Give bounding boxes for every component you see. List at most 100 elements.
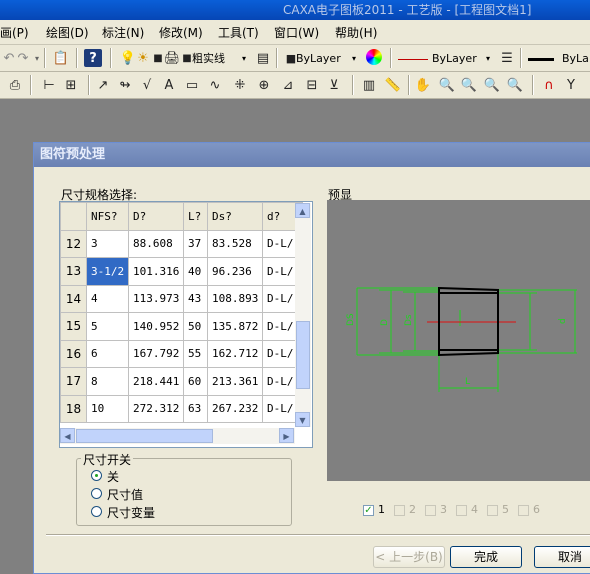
clipboard-icon[interactable]: 📋 (52, 49, 70, 67)
view-checkbox-6[interactable] (518, 505, 529, 516)
datum-icon[interactable]: ⊿ (279, 76, 297, 94)
cell-l[interactable]: 40 (183, 257, 208, 286)
cell-nfs[interactable]: 10 (86, 394, 129, 423)
layer-line-type[interactable]: 粗实线 (192, 50, 242, 68)
polyline-icon[interactable]: ↗ (94, 76, 112, 94)
cell-ds[interactable]: 108.893 (207, 284, 263, 313)
cell-d[interactable]: 272.312 (128, 394, 184, 423)
linetype-combo[interactable]: ByLayer (432, 50, 482, 68)
view-checkbox-4[interactable] (456, 505, 467, 516)
size-spec-table[interactable]: NFS? D? L? Ds? d? 12 3 88.608 37 83.528 … (59, 201, 313, 448)
cell-nfs[interactable]: 6 (86, 339, 129, 368)
cell-ds[interactable]: 162.712 (207, 339, 263, 368)
cell-ds[interactable]: 213.361 (207, 367, 263, 396)
radio-size-value-label[interactable]: 尺寸值 (107, 486, 143, 503)
zoom-out-icon[interactable]: 🔍 (483, 76, 501, 94)
table-row[interactable]: 14 4 113.973 43 108.893 D-L/ (60, 284, 303, 313)
column-header-ds[interactable]: Ds? (207, 202, 263, 231)
cell-nfs-selected[interactable]: 3-1/2 (86, 257, 129, 286)
ruler-icon[interactable]: 📏 (384, 76, 402, 94)
cell-d[interactable]: 218.441 (128, 367, 184, 396)
table-vertical-scrollbar[interactable]: ▲ ▼ (295, 203, 311, 427)
pan-icon[interactable]: ✋ (414, 76, 432, 94)
block-icon[interactable]: ▭ (183, 76, 201, 94)
radio-size-value[interactable] (91, 488, 102, 499)
zoom-in-icon[interactable]: 🔍 (460, 76, 478, 94)
zoom-all-icon[interactable]: 🔍 (506, 76, 524, 94)
layer-dropdown-icon[interactable]: ▾ (239, 50, 249, 68)
scroll-down-icon[interactable]: ▼ (295, 412, 310, 427)
column-header-l[interactable]: L? (183, 202, 208, 231)
spline-icon[interactable]: ∿ (206, 76, 224, 94)
cell-l[interactable]: 60 (183, 367, 208, 396)
cell-l[interactable]: 55 (183, 339, 208, 368)
cell-ds[interactable]: 96.236 (207, 257, 263, 286)
scroll-left-icon[interactable]: ◀ (60, 428, 75, 443)
column-header-nfs[interactable]: NFS? (86, 202, 129, 231)
view-checkbox-3[interactable] (425, 505, 436, 516)
table-row[interactable]: 18 10 272.312 63 267.232 D-L/ (60, 394, 303, 423)
cell-l[interactable]: 50 (183, 312, 208, 341)
table-row[interactable]: 16 6 167.792 55 162.712 D-L/ (60, 339, 303, 368)
cell-ds[interactable]: 83.528 (207, 229, 263, 258)
cell-d[interactable]: 88.608 (128, 229, 184, 258)
lineweight-icon[interactable]: ☰ (498, 49, 516, 67)
hatch-icon[interactable]: ⁜ (231, 76, 249, 94)
radio-size-variable[interactable] (91, 506, 102, 517)
dimension-icon[interactable]: ⊢ (40, 76, 58, 94)
cell-d[interactable]: 101.316 (128, 257, 184, 286)
layer-manager-icon[interactable]: ▤ (254, 49, 272, 67)
menu-help[interactable]: 帮助(H) (335, 24, 377, 41)
arc-icon[interactable]: ↬ (116, 76, 134, 94)
magnet-icon[interactable]: ∩ (540, 76, 558, 94)
menu-draw[interactable]: 绘图(D) (46, 24, 89, 41)
cell-d[interactable]: 140.952 (128, 312, 184, 341)
cell-d[interactable]: 113.973 (128, 284, 184, 313)
table-horizontal-scrollbar[interactable]: ◀ ▶ (60, 428, 295, 444)
cancel-button[interactable]: 取消 (534, 546, 590, 568)
column-header-d[interactable]: D? (128, 202, 184, 231)
cell-ds[interactable]: 267.232 (207, 394, 263, 423)
menu-modify[interactable]: 修改(M) (159, 24, 203, 41)
menu-dimension[interactable]: 标注(N) (102, 24, 144, 41)
coordinate-icon[interactable]: ⊞ (62, 76, 80, 94)
linetype-dropdown-icon[interactable]: ▾ (483, 50, 493, 68)
cell-l[interactable]: 63 (183, 394, 208, 423)
view-checkbox-5[interactable] (487, 505, 498, 516)
menu-tools[interactable]: 工具(T) (218, 24, 259, 41)
table-row[interactable]: 15 5 140.952 50 135.872 D-L/ (60, 312, 303, 341)
view-checkbox-1[interactable]: ✓ (363, 505, 374, 516)
cell-nfs[interactable]: 8 (86, 367, 129, 396)
roughness-icon[interactable]: ⊻ (325, 76, 343, 94)
view-checkbox-2[interactable] (394, 505, 405, 516)
cell-l[interactable]: 43 (183, 284, 208, 313)
cell-d[interactable]: 167.792 (128, 339, 184, 368)
color-dropdown-icon[interactable]: ▾ (349, 50, 359, 68)
cell-l[interactable]: 37 (183, 229, 208, 258)
radio-off[interactable] (91, 470, 102, 481)
cell-nfs[interactable]: 3 (86, 229, 129, 258)
tolerance-icon[interactable]: ⊟ (303, 76, 321, 94)
text-icon[interactable]: A (160, 76, 178, 94)
help-icon[interactable]: ? (84, 49, 102, 67)
menu-window[interactable]: 窗口(W) (274, 24, 319, 41)
cell-ds[interactable]: 135.872 (207, 312, 263, 341)
horizontal-scroll-thumb[interactable] (76, 429, 213, 443)
finish-button[interactable]: 完成 (450, 546, 522, 568)
radio-size-variable-label[interactable]: 尺寸变量 (107, 504, 155, 521)
table-row[interactable]: 17 8 218.441 60 213.361 D-L/ (60, 367, 303, 396)
radio-off-label[interactable]: 关 (107, 468, 119, 485)
scroll-right-icon[interactable]: ▶ (279, 428, 294, 443)
center-mark-icon[interactable]: ⊕ (255, 76, 273, 94)
vertical-scroll-thumb[interactable] (296, 321, 310, 389)
prev-step-button[interactable]: < 上一步(B) (373, 546, 445, 568)
table-row-selected[interactable]: 13 3-1/2 101.316 40 96.236 D-L/ (60, 257, 303, 286)
color-combo[interactable]: ByLayer (296, 50, 348, 68)
print-preview-icon[interactable]: ⎙ (6, 76, 24, 94)
checkmark-icon[interactable]: √ (138, 76, 156, 94)
zoom-window-icon[interactable]: 🔍 (438, 76, 456, 94)
menu-draw-partial[interactable]: 画(P) (0, 24, 29, 41)
table-icon[interactable]: ▥ (360, 76, 378, 94)
color-palette-icon[interactable] (366, 49, 382, 65)
table-row[interactable]: 12 3 88.608 37 83.528 D-L/ (60, 229, 303, 258)
